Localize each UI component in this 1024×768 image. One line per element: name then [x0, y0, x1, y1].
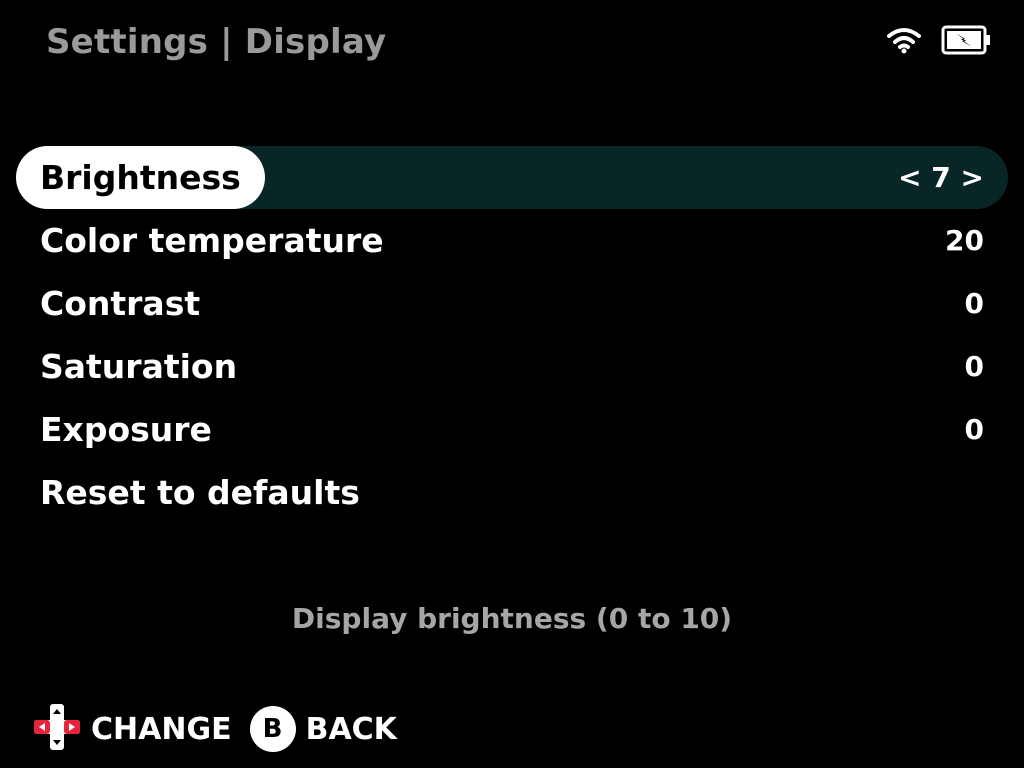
- menu-item-label: Exposure: [40, 410, 212, 449]
- change-label: CHANGE: [91, 711, 232, 747]
- change-action[interactable]: CHANGE: [33, 703, 232, 755]
- menu-item-value: 20: [945, 224, 984, 257]
- menu-item-exposure[interactable]: Exposure 0: [16, 398, 1008, 461]
- b-button-icon: B: [249, 706, 296, 752]
- back-action[interactable]: B BACK: [242, 706, 397, 752]
- settings-menu: Brightness < 7 > Color temperature 20 Co…: [16, 146, 1008, 524]
- dpad-icon: [33, 703, 81, 755]
- menu-item-value: 0: [964, 350, 984, 383]
- status-bar: [886, 24, 992, 56]
- menu-item-saturation[interactable]: Saturation 0: [16, 335, 1008, 398]
- back-label: BACK: [305, 711, 397, 747]
- selected-pill: Brightness: [16, 146, 265, 209]
- setting-description: Display brightness (0 to 10): [291, 602, 733, 635]
- menu-item-label: Reset to defaults: [40, 473, 360, 512]
- menu-item-label: Saturation: [40, 347, 238, 386]
- menu-item-contrast[interactable]: Contrast 0: [16, 272, 1008, 335]
- settings-display-screen: Settings | Display Brightness < 7 > Colo…: [0, 0, 1024, 768]
- menu-item-label: Contrast: [40, 284, 201, 323]
- menu-item-value: 0: [964, 413, 984, 446]
- menu-item-brightness[interactable]: Brightness < 7 >: [16, 146, 1008, 209]
- menu-item-label: Brightness: [40, 158, 241, 197]
- menu-item-label: Color temperature: [40, 221, 384, 260]
- menu-item-reset-to-defaults[interactable]: Reset to defaults: [16, 461, 1008, 524]
- page-title: Settings | Display: [46, 22, 387, 62]
- battery-charging-icon: [940, 24, 992, 56]
- menu-item-value: 0: [964, 287, 984, 320]
- brightness-value-selector[interactable]: < 7 >: [898, 161, 984, 194]
- wifi-icon: [886, 26, 922, 54]
- footer-controls: CHANGE B BACK: [33, 703, 397, 755]
- menu-item-color-temperature[interactable]: Color temperature 20: [16, 209, 1008, 272]
